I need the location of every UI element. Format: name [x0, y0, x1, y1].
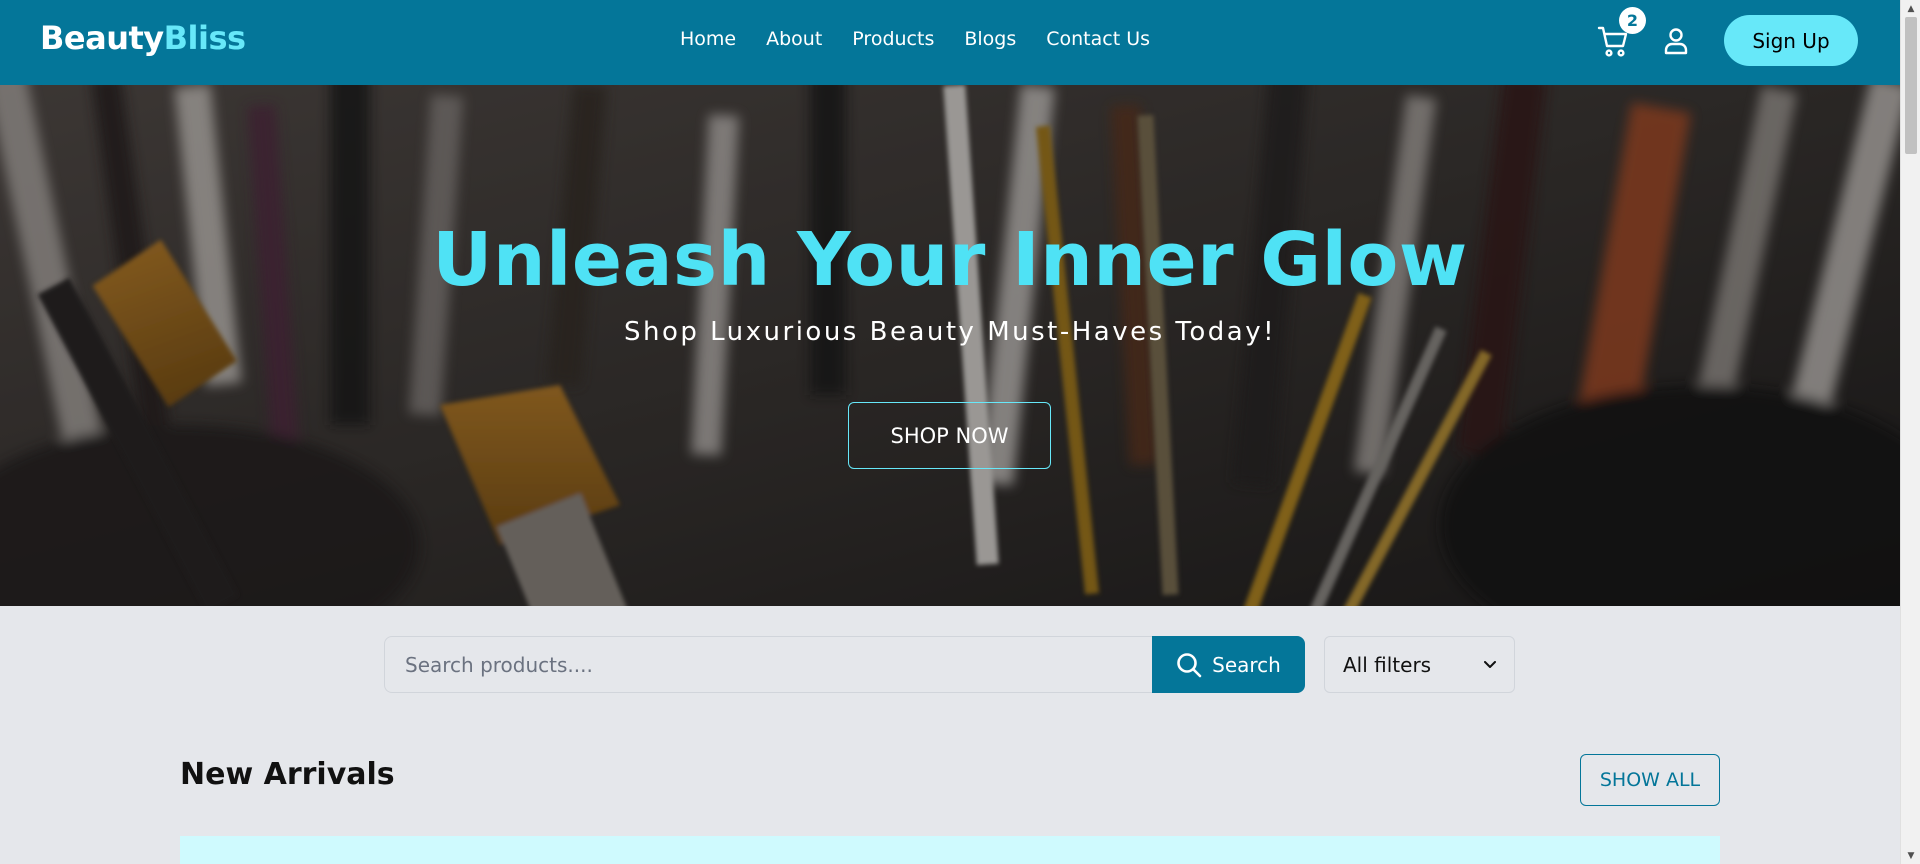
hero-subtitle: Shop Luxurious Beauty Must-Haves Today! [623, 317, 1277, 347]
nav-about[interactable]: About [766, 28, 822, 50]
scrollbar-thumb[interactable] [1905, 17, 1917, 154]
search-button-label: Search [1212, 652, 1281, 677]
cart-count-badge: 2 [1619, 7, 1646, 34]
search-bar: Search [384, 636, 1305, 693]
user-icon[interactable] [1663, 27, 1689, 55]
nav-contact-us[interactable]: Contact Us [1046, 28, 1150, 50]
brand-name-part1: Beauty [40, 19, 164, 57]
show-all-button[interactable]: SHOW ALL [1580, 754, 1720, 806]
filter-selected-value: All filters [1343, 652, 1432, 677]
hero-title: Unleash Your Inner Glow [432, 217, 1468, 303]
scroll-up-arrow-icon[interactable]: ▲ [1901, 0, 1920, 17]
nav-products[interactable]: Products [852, 28, 934, 50]
search-button[interactable]: Search [1152, 636, 1305, 693]
brand-logo[interactable]: BeautyBliss [40, 19, 246, 57]
page-scrollbar[interactable]: ▲ ▼ [1900, 0, 1920, 864]
nav-home[interactable]: Home [680, 28, 736, 50]
new-arrivals-panel [180, 836, 1720, 864]
scroll-down-arrow-icon[interactable]: ▼ [1901, 847, 1920, 864]
search-input[interactable] [384, 636, 1152, 693]
chevron-down-icon [1484, 660, 1496, 668]
new-arrivals-title: New Arrivals [180, 757, 395, 792]
shop-now-button[interactable]: SHOP NOW [848, 402, 1051, 469]
sign-up-button[interactable]: Sign Up [1724, 15, 1858, 66]
brand-name-part2: Bliss [163, 19, 246, 57]
filter-select[interactable]: All filters [1324, 636, 1515, 693]
navbar: BeautyBliss Home About Products Blogs Co… [0, 0, 1900, 85]
nav-blogs[interactable]: Blogs [964, 28, 1016, 50]
hero-banner: Unleash Your Inner Glow Shop Luxurious B… [0, 85, 1900, 606]
main-nav: Home About Products Blogs Contact Us [680, 28, 1150, 50]
search-icon [1177, 652, 1202, 677]
